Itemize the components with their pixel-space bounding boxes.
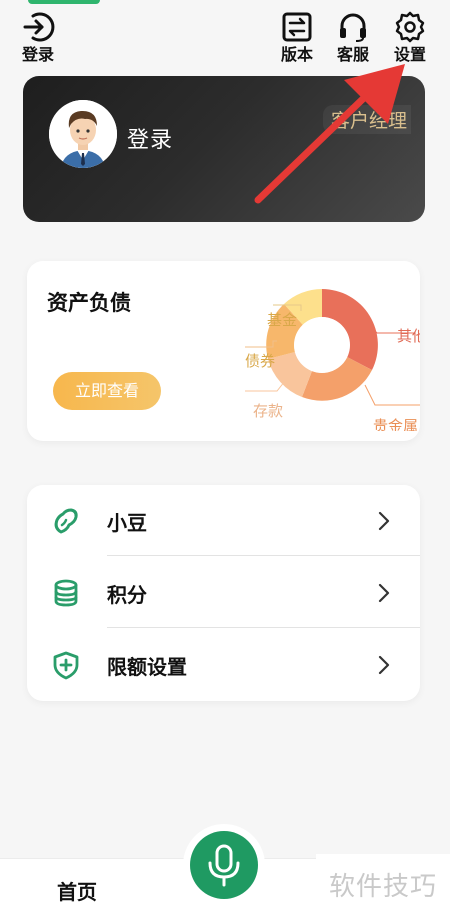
menu-item-points[interactable]: 积分 xyxy=(27,557,420,629)
avatar[interactable] xyxy=(49,100,117,168)
bean-icon xyxy=(54,508,78,534)
legend-label-bond: 债券 xyxy=(245,352,275,370)
legend-label-other: 其他 xyxy=(397,327,420,345)
version-nav-label: 版本 xyxy=(280,45,313,64)
settings-nav-button[interactable]: 设置 xyxy=(388,10,432,65)
login-nav-button[interactable]: 登录 xyxy=(16,10,60,65)
view-now-button[interactable]: 立即查看 xyxy=(53,372,161,410)
legend-label-fund: 基金 xyxy=(267,311,297,329)
chevron-right-icon xyxy=(378,511,390,531)
chevron-right-icon xyxy=(378,583,390,603)
login-icon xyxy=(23,12,55,42)
assets-donut-chart: 基金 其他 债券 存款 贵金属 xyxy=(245,289,420,431)
account-card[interactable]: 登录 客户经理 xyxy=(23,76,425,222)
headset-icon xyxy=(340,13,366,42)
home-tab[interactable]: 首页 xyxy=(57,876,97,905)
gear-icon xyxy=(395,11,425,43)
watermark-text: 软件技巧 xyxy=(316,854,450,920)
top-accent-bar xyxy=(28,0,100,4)
login-nav-label: 登录 xyxy=(21,45,54,64)
shield-plus-icon xyxy=(53,651,79,680)
database-icon xyxy=(54,579,78,607)
chevron-right-icon xyxy=(378,655,390,675)
menu-item-label: 小豆 xyxy=(107,511,147,535)
settings-nav-label: 设置 xyxy=(393,45,426,64)
version-nav-button[interactable]: 版本 xyxy=(275,10,319,65)
version-icon xyxy=(282,12,312,42)
menu-item-beans[interactable]: 小豆 xyxy=(27,485,420,557)
menu-card: 小豆 积分 限额设置 xyxy=(27,485,420,701)
microphone-icon xyxy=(208,844,240,887)
menu-item-limit-settings[interactable]: 限额设置 xyxy=(27,629,420,701)
menu-divider xyxy=(107,627,420,628)
voice-button[interactable] xyxy=(190,831,258,899)
assets-liabilities-card[interactable]: 资产负债 立即查看 基金 其他 债券 存款 贵金属 xyxy=(27,261,420,441)
customer-manager-badge[interactable]: 客户经理 xyxy=(322,105,411,134)
legend-label-deposit: 存款 xyxy=(253,402,283,420)
menu-divider xyxy=(107,555,420,556)
service-nav-label: 客服 xyxy=(336,45,369,64)
service-nav-button[interactable]: 客服 xyxy=(331,10,375,65)
account-login-text[interactable]: 登录 xyxy=(127,122,173,154)
menu-item-label: 积分 xyxy=(107,583,147,607)
legend-label-precious-metal: 贵金属 xyxy=(373,417,418,431)
assets-title: 资产负债 xyxy=(47,291,131,315)
menu-item-label: 限额设置 xyxy=(107,655,187,679)
avatar-illustration xyxy=(49,100,117,168)
